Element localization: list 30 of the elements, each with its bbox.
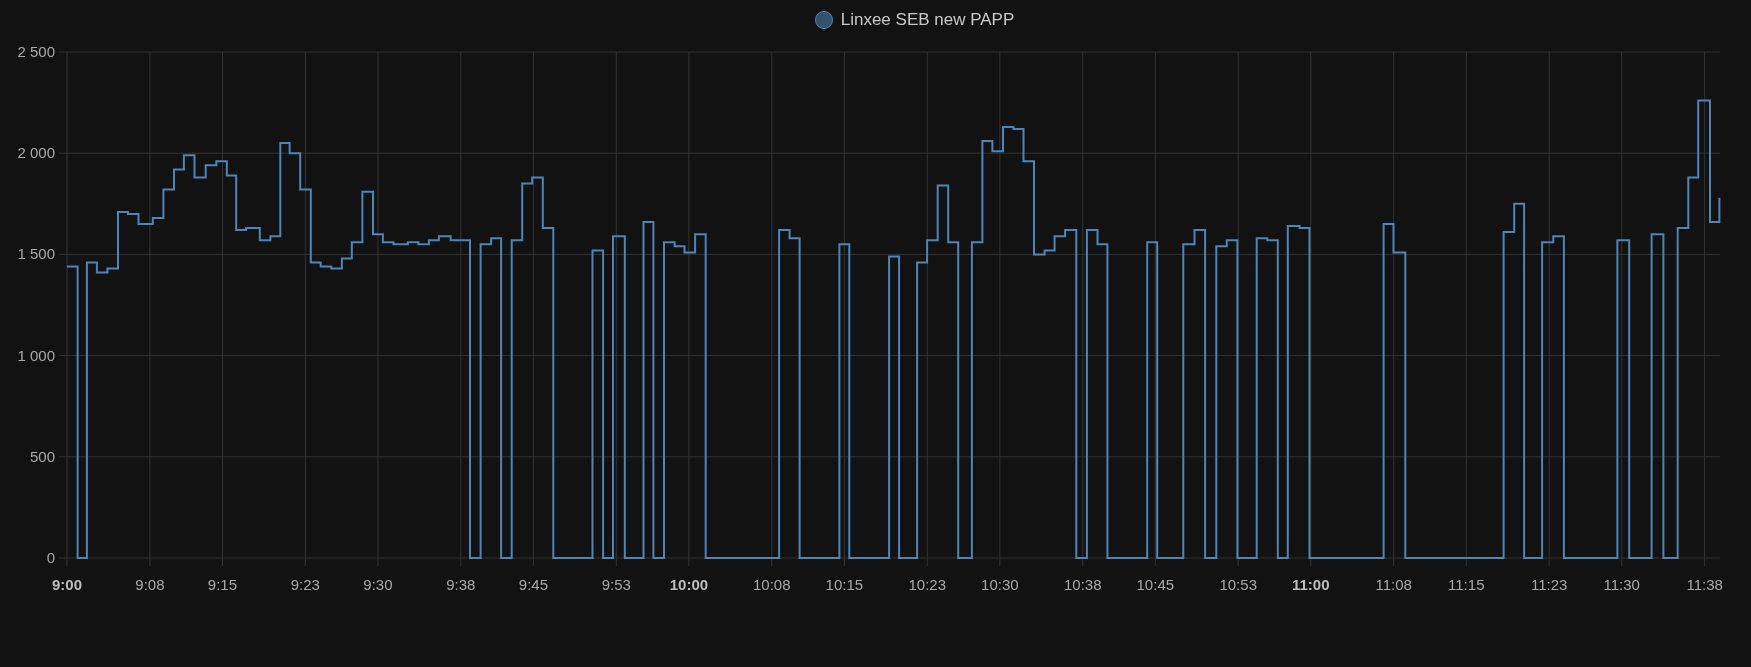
x-tick-label: 11:38 xyxy=(1686,576,1723,593)
y-tick-label: 1 000 xyxy=(17,346,55,364)
x-tick-label: 9:45 xyxy=(518,576,548,593)
y-tick-label: 0 xyxy=(46,549,55,566)
x-tick-label: 11:30 xyxy=(1603,576,1640,593)
x-tick-label: 9:08 xyxy=(135,576,165,593)
x-tick-label: 9:53 xyxy=(601,576,631,593)
x-tick-label: 9:00 xyxy=(52,576,82,593)
x-tick-label: 9:38 xyxy=(446,576,476,593)
x-tick-label: 10:53 xyxy=(1219,576,1257,593)
x-tick-label: 10:38 xyxy=(1063,576,1102,593)
y-tick-label: 500 xyxy=(29,447,55,465)
x-tick-label: 11:15 xyxy=(1448,576,1485,593)
x-tick-label: 10:45 xyxy=(1136,576,1175,593)
x-tick-label: 10:00 xyxy=(669,576,709,593)
x-tick-label: 10:23 xyxy=(908,576,947,593)
x-tick-label: 10:08 xyxy=(753,576,791,593)
y-tick-label: 2 000 xyxy=(17,144,55,162)
y-tick-label: 2 500 xyxy=(17,43,55,60)
x-tick-label: 9:15 xyxy=(207,576,238,593)
x-tick-label: 10:15 xyxy=(825,576,864,593)
x-tick-label: 9:30 xyxy=(363,576,393,593)
y-tick-label: 1 500 xyxy=(17,245,55,263)
x-tick-label: 11:00 xyxy=(1292,576,1330,593)
legend-marker-icon[interactable] xyxy=(814,11,833,29)
x-tick-label: 10:30 xyxy=(981,576,1019,593)
x-tick-label: 9:23 xyxy=(290,576,320,593)
x-tick-label: 11:08 xyxy=(1375,576,1412,593)
legend-label[interactable]: Linxee SEB new PAPP xyxy=(840,10,1015,30)
x-tick-label: 11:23 xyxy=(1530,576,1568,593)
